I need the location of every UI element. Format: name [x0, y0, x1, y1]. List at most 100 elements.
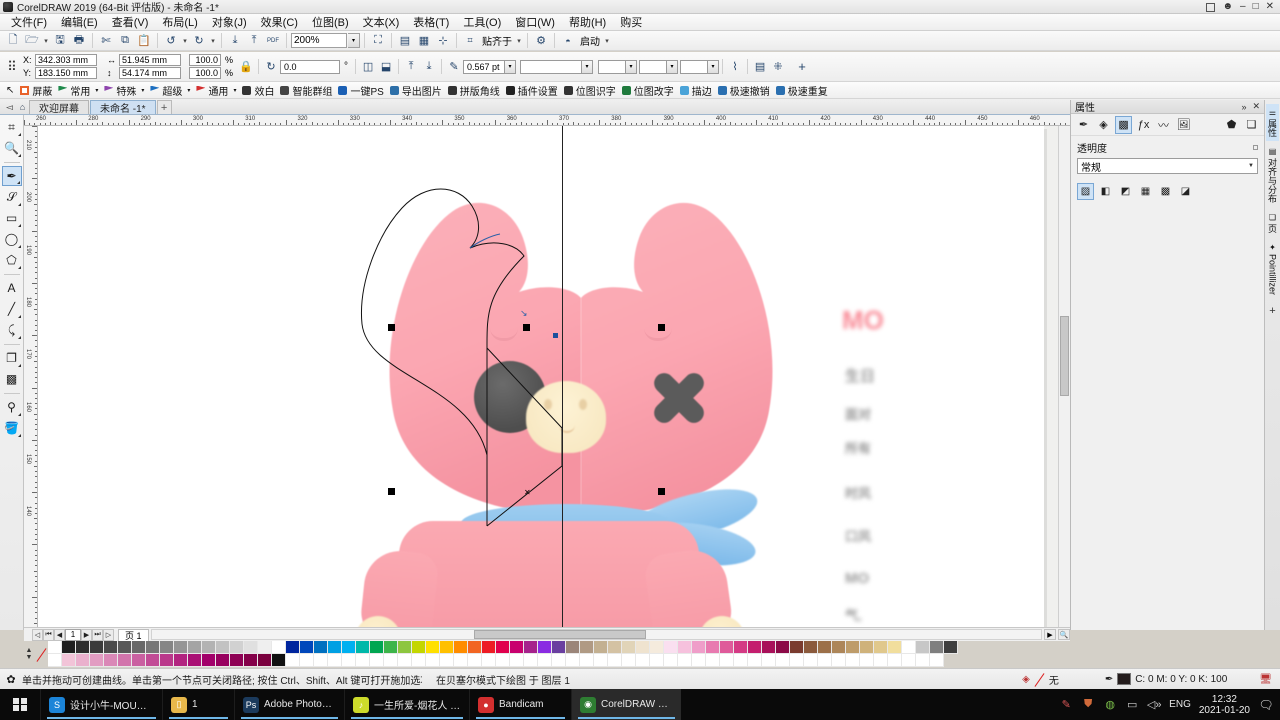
zoom-tool-icon[interactable]: 🔍: [2, 138, 22, 158]
color-swatch[interactable]: [440, 641, 454, 654]
docker-tab-页[interactable]: ❏ 页: [1266, 209, 1279, 237]
launch-icon[interactable]: ◓: [559, 32, 577, 50]
color-swatch[interactable]: [860, 641, 874, 654]
menu-item-6[interactable]: 位图(B): [305, 13, 356, 31]
color-swatch[interactable]: [538, 654, 552, 667]
color-swatch[interactable]: [930, 654, 944, 667]
polygon-tool-icon[interactable]: ⬠: [2, 250, 22, 270]
next-page-button[interactable]: ▶: [81, 628, 92, 641]
color-swatch[interactable]: [678, 641, 692, 654]
fountain-transparency-button[interactable]: ◩: [1117, 183, 1134, 200]
network-icon[interactable]: ▭: [1125, 698, 1139, 712]
tab-prev-icon[interactable]: ◅: [3, 100, 16, 114]
security-icon[interactable]: ⛊: [1081, 698, 1095, 712]
menu-item-11[interactable]: 帮助(H): [562, 13, 613, 31]
color-swatch[interactable]: [776, 641, 790, 654]
dimension-tool-icon[interactable]: ╱: [2, 299, 22, 319]
snap-caret-icon[interactable]: ▾: [515, 37, 523, 45]
docker-collapse-button[interactable]: »: [1241, 102, 1246, 112]
plugin-button-2[interactable]: 特殊 ▾: [101, 83, 147, 98]
color-swatch[interactable]: [790, 654, 804, 667]
fill-tool-icon[interactable]: 🪣: [2, 418, 22, 438]
color-swatch[interactable]: [48, 654, 62, 667]
chevron-down-icon[interactable]: ▾: [141, 87, 144, 94]
add-page-before-button[interactable]: ◁: [32, 628, 43, 641]
menu-item-8[interactable]: 表格(T): [406, 13, 456, 31]
chevron-down-icon[interactable]: ▾: [233, 87, 236, 94]
color-swatch[interactable]: [888, 641, 902, 654]
line-style-dropdown[interactable]: [520, 59, 583, 74]
menu-item-5[interactable]: 效果(C): [254, 13, 305, 31]
fill-properties-icon[interactable]: ◈: [1095, 116, 1112, 134]
color-swatch[interactable]: [510, 641, 524, 654]
to-front-icon[interactable]: ⤒: [402, 58, 420, 76]
color-swatch[interactable]: [622, 654, 636, 667]
line-style-arrow[interactable]: ▾: [582, 59, 594, 74]
mirror-vertical-icon[interactable]: ⬓: [377, 58, 395, 76]
color-swatch[interactable]: [692, 654, 706, 667]
menu-item-10[interactable]: 窗口(W): [508, 13, 562, 31]
docker-tab-对齐与分布[interactable]: ▤ 对齐与分布: [1266, 143, 1279, 207]
color-swatch[interactable]: [90, 654, 104, 667]
color-swatch[interactable]: [146, 641, 160, 654]
bitmap-icon[interactable]: 🖼: [1175, 116, 1192, 134]
plugin-button-8[interactable]: 导出图片: [387, 83, 445, 98]
color-swatch[interactable]: [426, 641, 440, 654]
color-swatch[interactable]: [272, 654, 286, 667]
color-swatch[interactable]: [902, 654, 916, 667]
color-swatch[interactable]: [76, 654, 90, 667]
color-swatch[interactable]: [216, 654, 230, 667]
selection-handle[interactable]: [523, 324, 530, 331]
bitmap-pattern-transparency-button[interactable]: ▩: [1157, 183, 1174, 200]
document-tab-0[interactable]: 欢迎屏幕: [29, 100, 89, 115]
flyout-arrow-icon[interactable]: [16, 181, 20, 184]
redo-caret-icon[interactable]: ▾: [209, 37, 217, 45]
selection-handle[interactable]: [388, 324, 395, 331]
color-swatch[interactable]: [132, 641, 146, 654]
fullscreen-preview-icon[interactable]: ⛶: [369, 32, 387, 50]
color-swatch[interactable]: [608, 641, 622, 654]
color-swatch[interactable]: [622, 641, 636, 654]
color-swatch[interactable]: [384, 641, 398, 654]
plugin-button-13[interactable]: 描边: [677, 83, 715, 98]
text-tool-icon[interactable]: A: [2, 278, 22, 298]
color-swatch[interactable]: [356, 654, 370, 667]
pink-cartoon-character[interactable]: [351, 176, 811, 630]
color-swatch[interactable]: [930, 641, 944, 654]
color-swatch[interactable]: [762, 641, 776, 654]
pointer-icon[interactable]: ↖: [3, 83, 17, 98]
uniform-transparency-button[interactable]: ◧: [1097, 183, 1114, 200]
palette-scroll-up[interactable]: ▲ ▼: [24, 641, 34, 667]
color-swatch[interactable]: [944, 641, 958, 654]
paste-icon[interactable]: 📋: [135, 32, 153, 50]
add-tab-button[interactable]: +: [156, 100, 172, 114]
flyout-arrow-icon[interactable]: [17, 154, 21, 157]
color-swatch[interactable]: [580, 654, 594, 667]
color-swatch[interactable]: [300, 654, 314, 667]
color-swatch[interactable]: [748, 641, 762, 654]
home-icon[interactable]: ⌂: [16, 100, 29, 114]
rectangle-tool-icon[interactable]: ▭: [2, 208, 22, 228]
color-swatch[interactable]: [412, 641, 426, 654]
height-input[interactable]: 54.174 mm: [119, 67, 181, 79]
color-swatch[interactable]: [244, 641, 258, 654]
undo-icon[interactable]: ↺: [162, 32, 180, 50]
add-icon[interactable]: +: [793, 58, 811, 76]
add-page-after-button[interactable]: ▷: [103, 628, 114, 641]
color-swatch[interactable]: [664, 641, 678, 654]
flyout-arrow-icon[interactable]: [17, 364, 21, 367]
flyout-arrow-icon[interactable]: [17, 203, 21, 206]
color-swatch[interactable]: [412, 654, 426, 667]
color-swatch[interactable]: [720, 641, 734, 654]
scale-y-input[interactable]: 100.0: [189, 67, 221, 79]
zoom-level-dropdown[interactable]: ▾: [348, 33, 360, 48]
user-icon[interactable]: ☻: [1222, 2, 1233, 12]
vertical-scroll-thumb[interactable]: [1060, 316, 1069, 396]
selection-handle[interactable]: [658, 324, 665, 331]
windows-start-icon[interactable]: [0, 689, 40, 720]
y-input[interactable]: 183.150 mm: [35, 67, 97, 79]
menu-item-9[interactable]: 工具(O): [456, 13, 508, 31]
color-swatch[interactable]: [160, 654, 174, 667]
chevron-down-icon[interactable]: ▾: [187, 87, 190, 94]
color-swatch[interactable]: [468, 654, 482, 667]
